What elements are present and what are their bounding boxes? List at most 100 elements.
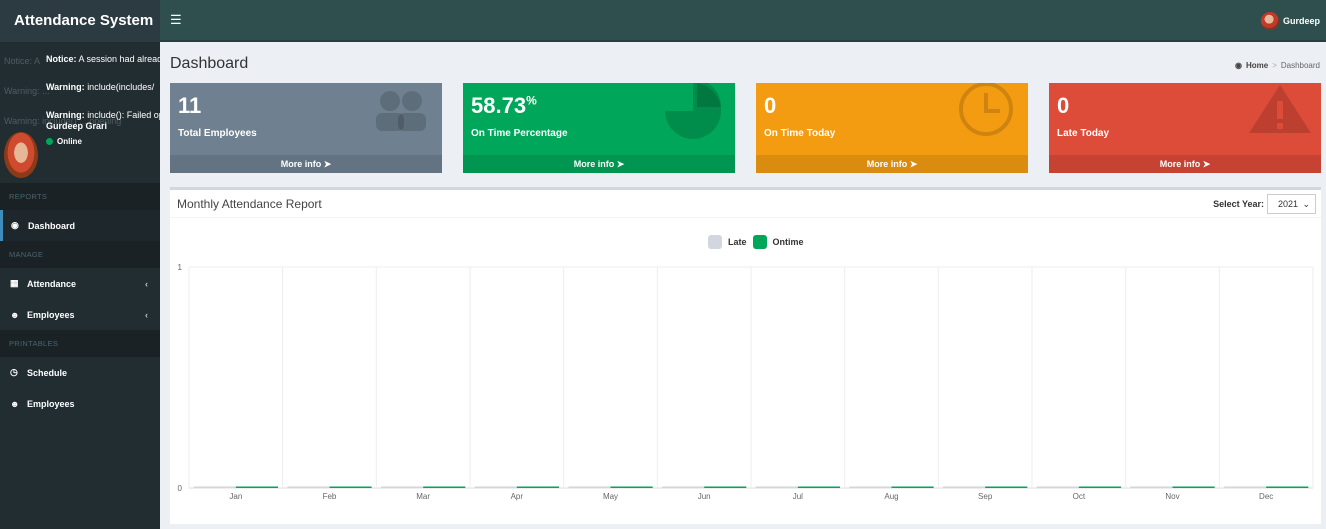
notice-line: Warning: include(): Failed opening xyxy=(46,110,160,120)
stat-label: Late Today xyxy=(1057,128,1110,139)
top-navbar: ☰ Gurdeep xyxy=(160,0,1326,42)
x-tick-label: Jun xyxy=(698,492,711,501)
bar-ontime xyxy=(1266,486,1309,488)
users-icon xyxy=(376,91,426,131)
stat-box-total-employees: 11 Total Employees More info ➤ xyxy=(170,83,442,173)
chevron-left-icon: ‹ xyxy=(145,309,148,320)
php-notices: Notice: A session had already been start… xyxy=(46,54,160,147)
sidebar-item-label: Employees xyxy=(27,309,75,320)
attendance-report-panel: Monthly Attendance Report Select Year: 2… xyxy=(170,187,1321,524)
bar-late xyxy=(1036,486,1079,488)
x-tick-label: Sep xyxy=(978,492,993,501)
sidebar-item-attendance[interactable]: ▦ Attendance ‹ xyxy=(0,268,160,299)
bar-late xyxy=(849,486,892,488)
online-dot-icon xyxy=(46,138,53,145)
sidebar-user-name: Gurdeep Grari xyxy=(46,121,108,131)
bar-late xyxy=(568,486,611,488)
user-name: Gurdeep xyxy=(1282,16,1320,26)
y-tick-label: 1 xyxy=(178,263,183,272)
calendar-icon: ▦ xyxy=(10,278,19,288)
warning-icon xyxy=(1249,85,1311,133)
bar-ontime xyxy=(797,486,840,488)
clock-icon xyxy=(959,83,1013,136)
stat-box-on-time-today: 0 On Time Today More info ➤ xyxy=(756,83,1028,173)
sidebar-item-label: Attendance xyxy=(27,278,77,289)
chevron-left-icon: ‹ xyxy=(145,278,148,289)
bar-ontime xyxy=(985,486,1028,488)
more-info-link[interactable]: More info ➤ xyxy=(756,155,1028,173)
stat-value: 58.73% xyxy=(471,93,537,118)
bar-ontime xyxy=(704,486,747,488)
user-panel: Notice: A Warning: ... Warning: include(… xyxy=(0,42,160,183)
sidebar-item-label: Dashboard xyxy=(28,220,76,231)
bar-ontime xyxy=(891,486,934,488)
users-icon: ☻ xyxy=(10,398,20,409)
arrow-circle-right-icon: ➤ xyxy=(616,159,625,169)
bar-ontime xyxy=(610,486,653,488)
stat-box-late-today: 0 Late Today More info ➤ xyxy=(1049,83,1321,173)
bar-late xyxy=(287,486,330,488)
x-tick-label: Jan xyxy=(229,492,242,501)
sidebar-item-label: Schedule xyxy=(27,367,68,378)
breadcrumb-separator: > xyxy=(1272,61,1277,70)
x-tick-label: May xyxy=(603,492,618,501)
dashboard-icon: ◉ xyxy=(11,220,19,230)
x-tick-label: Mar xyxy=(416,492,430,501)
bar-ontime xyxy=(1078,486,1121,488)
breadcrumb: ◉ Home > Dashboard xyxy=(1235,61,1320,70)
sidebar: Notice: A Warning: ... Warning: include(… xyxy=(0,42,160,529)
more-info-link[interactable]: More info ➤ xyxy=(463,155,735,173)
bar-ontime xyxy=(1172,486,1215,488)
bar-late xyxy=(381,486,424,488)
breadcrumb-current: Dashboard xyxy=(1280,61,1320,70)
clock-icon: ◷ xyxy=(10,367,18,377)
stat-value: 11 xyxy=(178,93,202,118)
bar-late xyxy=(662,486,705,488)
notice-line: Notice: A session had already been start… xyxy=(46,54,160,64)
page-title: Dashboard xyxy=(170,55,249,72)
attendance-chart: 0 1 Jan Feb Mar Apr May Jun Jul Aug Sep Oct Nov Dec xyxy=(178,263,1314,501)
hamburger-icon[interactable]: ☰ xyxy=(170,12,182,28)
stat-value: 0 xyxy=(1057,93,1070,118)
breadcrumb-home[interactable]: Home xyxy=(1246,61,1268,70)
stat-label: Total Employees xyxy=(178,128,257,139)
x-tick-label: Apr xyxy=(511,492,524,501)
main-content: Dashboard ◉ Home > Dashboard 11 Total Em… xyxy=(160,44,1326,529)
stat-label: On Time Today xyxy=(764,128,836,139)
x-tick-label: Nov xyxy=(1165,492,1179,501)
more-info-link[interactable]: More info ➤ xyxy=(170,155,442,173)
sidebar-item-dashboard[interactable]: ◉ Dashboard xyxy=(0,210,160,241)
user-avatar xyxy=(4,132,38,178)
sidebar-item-employees-print[interactable]: ☻ Employees xyxy=(0,388,160,419)
online-status: Online xyxy=(46,136,160,147)
arrow-circle-right-icon: ➤ xyxy=(1202,159,1211,169)
user-menu[interactable]: Gurdeep xyxy=(1260,12,1320,30)
bar-ontime xyxy=(516,486,559,488)
notice-line: Warning: include(includes/ xyxy=(46,82,155,92)
x-tick-label: Jul xyxy=(793,492,803,501)
section-reports: REPORTS xyxy=(0,183,160,210)
bar-late xyxy=(1224,486,1267,488)
stat-box-on-time-percentage: 58.73% On Time Percentage More info ➤ xyxy=(463,83,735,173)
bar-ontime xyxy=(329,486,372,488)
sidebar-item-label: Employees xyxy=(27,398,75,409)
avatar xyxy=(1260,12,1279,30)
ghost-warning: Warning: ... xyxy=(4,86,50,96)
bar-late xyxy=(193,486,236,488)
sidebar-item-schedule[interactable]: ◷ Schedule xyxy=(0,357,160,388)
more-info-link[interactable]: More info ➤ xyxy=(1049,155,1321,173)
bar-late xyxy=(755,486,798,488)
section-manage: MANAGE xyxy=(0,241,160,268)
stat-label: On Time Percentage xyxy=(471,128,568,139)
bar-ontime xyxy=(423,486,466,488)
bar-late xyxy=(1130,486,1173,488)
bar-late xyxy=(943,486,986,488)
section-printables: PRINTABLES xyxy=(0,330,160,357)
ghost-warning: Notice: A xyxy=(4,56,41,66)
app-logo[interactable]: Attendance System xyxy=(0,0,160,42)
x-tick-label: Dec xyxy=(1259,492,1273,501)
y-tick-label: 0 xyxy=(178,484,183,493)
pie-chart-icon xyxy=(665,83,722,139)
sidebar-item-employees[interactable]: ☻ Employees ‹ xyxy=(0,299,160,330)
x-tick-label: Aug xyxy=(884,492,898,501)
